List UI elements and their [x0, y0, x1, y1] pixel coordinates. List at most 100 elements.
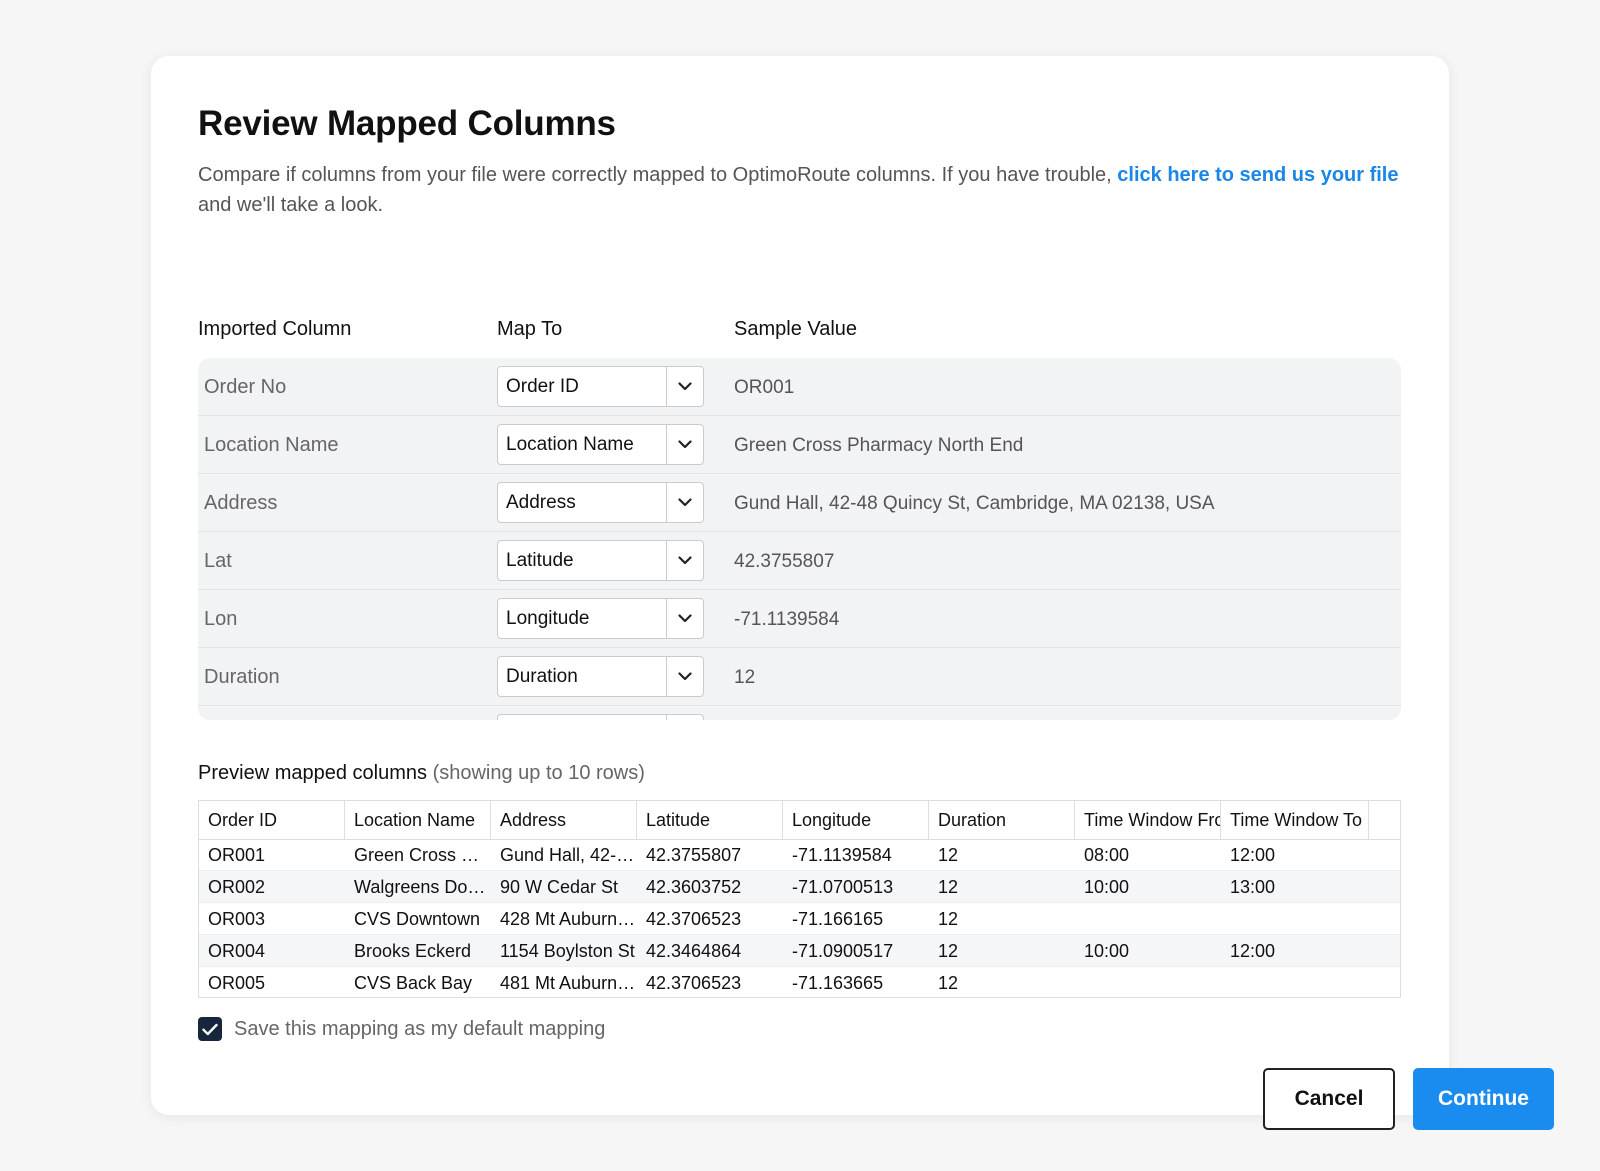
preview-cell: CVS Back Bay: [354, 973, 473, 993]
preview-cell: OR002: [208, 877, 266, 897]
preview-cell: 12: [938, 845, 959, 865]
map-to-value: Order ID: [506, 376, 579, 397]
imported-column-name: Location Name: [204, 434, 339, 456]
preview-cell: 42.3706523: [646, 909, 742, 929]
imported-column-name: Order No: [204, 376, 287, 398]
preview-cell: [1075, 967, 1221, 997]
sample-value-header: Sample Value: [734, 318, 858, 340]
preview-cell: 42.3464864: [646, 941, 742, 961]
preview-cell: 42.3603752: [646, 877, 742, 897]
preview-note: (showing up to 10 rows): [432, 762, 645, 784]
sample-value: -71.1139584: [734, 609, 840, 630]
review-mapping-dialog: Review Mapped Columns Compare if columns…: [151, 56, 1554, 1130]
preview-cell: 42.3755807: [646, 845, 742, 865]
preview-column-header[interactable]: Time Window From: [1075, 801, 1221, 839]
sample-value: 42.3755807: [734, 551, 835, 572]
chevron-down-icon: [678, 382, 692, 391]
save-mapping-label: Save this mapping as my default mapping: [234, 1017, 606, 1040]
map-to-value: Longitude: [506, 608, 590, 629]
preview-cell: -71.163665: [792, 973, 884, 993]
preview-cell: [1221, 967, 1369, 997]
imported-column-name: Lat: [204, 550, 232, 572]
preview-cell: -71.0900517: [792, 941, 894, 961]
preview-cell: 481 Mt Auburn St: [500, 973, 637, 993]
cancel-button[interactable]: Cancel: [1263, 1068, 1395, 1130]
sample-value: 12: [734, 667, 756, 688]
preview-cell: [1221, 903, 1369, 934]
preview-cell: 08:00: [1084, 845, 1130, 865]
preview-cell: 10:00: [1084, 941, 1130, 961]
send-file-link[interactable]: click here to send us your file: [1117, 164, 1398, 186]
sample-value: OR001: [734, 377, 795, 398]
preview-cell: 12: [938, 973, 959, 993]
mapping-list[interactable]: Order No Order ID OR001 Location Name Locati…: [198, 358, 1401, 720]
map-to-select[interactable]: Duration: [497, 656, 704, 697]
preview-cell: 42.3706523: [646, 973, 742, 993]
select-chevron: [666, 657, 703, 696]
select-chevron: [666, 599, 703, 638]
preview-column-header[interactable]: Time Window To: [1221, 801, 1369, 839]
description-suffix: and we'll take a look.: [198, 194, 384, 216]
select-chevron: [666, 367, 703, 406]
description-prefix: Compare if columns from your file were c…: [198, 164, 1118, 186]
save-mapping-option[interactable]: Save this mapping as my default mapping: [198, 1016, 605, 1042]
chevron-down-icon: [678, 556, 692, 565]
chevron-down-icon: [678, 498, 692, 507]
preview-row: OR005 CVS Back Bay 481 Mt Auburn St 42.3706…: [199, 967, 1400, 997]
preview-cell: Brooks Eckerd: [354, 941, 472, 961]
map-to-select[interactable]: [497, 714, 704, 720]
preview-column-header[interactable]: Location Name: [345, 801, 491, 839]
map-to-select[interactable]: Order ID: [497, 366, 704, 407]
preview-row: OR002 Walgreens Downtown 90 W Cedar St 42.3…: [199, 871, 1400, 903]
map-to-value: Location Name: [506, 434, 634, 455]
dialog-description: Compare if columns from your file were c…: [198, 160, 1408, 220]
preview-cell: 13:00: [1230, 877, 1276, 897]
select-chevron: [666, 541, 703, 580]
preview-column-header[interactable]: Duration: [929, 801, 1075, 839]
preview-cell: 90 W Cedar St: [500, 877, 619, 897]
select-chevron: [666, 425, 703, 464]
preview-cell: -71.166165: [792, 909, 884, 929]
sample-value: Green Cross Pharmacy North End: [734, 435, 1024, 456]
preview-column-header[interactable]: Latitude: [637, 801, 783, 839]
select-chevron: [666, 715, 703, 720]
preview-cell: Walgreens Downtown: [354, 877, 491, 897]
preview-column-header[interactable]: Address: [491, 801, 637, 839]
chevron-down-icon: [678, 440, 692, 449]
map-to-select[interactable]: Location Name: [497, 424, 704, 465]
preview-title: Preview mapped columns: [198, 762, 427, 784]
preview-cell: 12: [938, 909, 959, 929]
dialog-title: Review Mapped Columns: [198, 104, 616, 143]
preview-cell: 12: [938, 941, 959, 961]
preview-label: Preview mapped columns (showing up to 10…: [198, 762, 645, 785]
preview-header-row: Order ID Location Name Address Latitude Long…: [199, 801, 1400, 840]
chevron-down-icon: [678, 672, 692, 681]
preview-column-header[interactable]: Longitude: [783, 801, 929, 839]
preview-table[interactable]: Order ID Location Name Address Latitude Long…: [198, 800, 1401, 998]
preview-cell: 428 Mt Auburn St: [500, 909, 637, 929]
map-to-select[interactable]: Longitude: [497, 598, 704, 639]
preview-cell: OR005: [208, 973, 266, 993]
imported-column-header: Imported Column: [198, 318, 352, 340]
preview-cell: 12:00: [1230, 845, 1276, 865]
map-to-select[interactable]: Latitude: [497, 540, 704, 581]
sample-value: Gund Hall, 42-48 Quincy St, Cambridge, M…: [734, 493, 1215, 514]
imported-column-name: Lon: [204, 608, 238, 630]
preview-cell: 12: [938, 877, 959, 897]
select-chevron: [666, 483, 703, 522]
preview-cell: -71.0700513: [792, 877, 894, 897]
preview-row: OR003 CVS Downtown 428 Mt Auburn St 42.3706…: [199, 903, 1400, 935]
save-mapping-checkbox[interactable]: [198, 1017, 222, 1041]
preview-cell: 10:00: [1084, 877, 1130, 897]
map-to-select[interactable]: Address: [497, 482, 704, 523]
map-to-value: Duration: [506, 666, 578, 687]
mapping-row: Order No Order ID OR001: [198, 358, 1401, 416]
map-to-value: Address: [506, 492, 576, 513]
preview-column-header[interactable]: Order ID: [199, 801, 345, 839]
imported-column-name: Duration: [204, 666, 280, 688]
checkmark-icon: [202, 1023, 218, 1035]
continue-button[interactable]: Continue: [1413, 1068, 1554, 1130]
preview-cell: [1075, 903, 1221, 934]
preview-cell: Gund Hall, 42-48 Quincy St: [500, 845, 637, 865]
map-to-value: Latitude: [506, 550, 574, 571]
